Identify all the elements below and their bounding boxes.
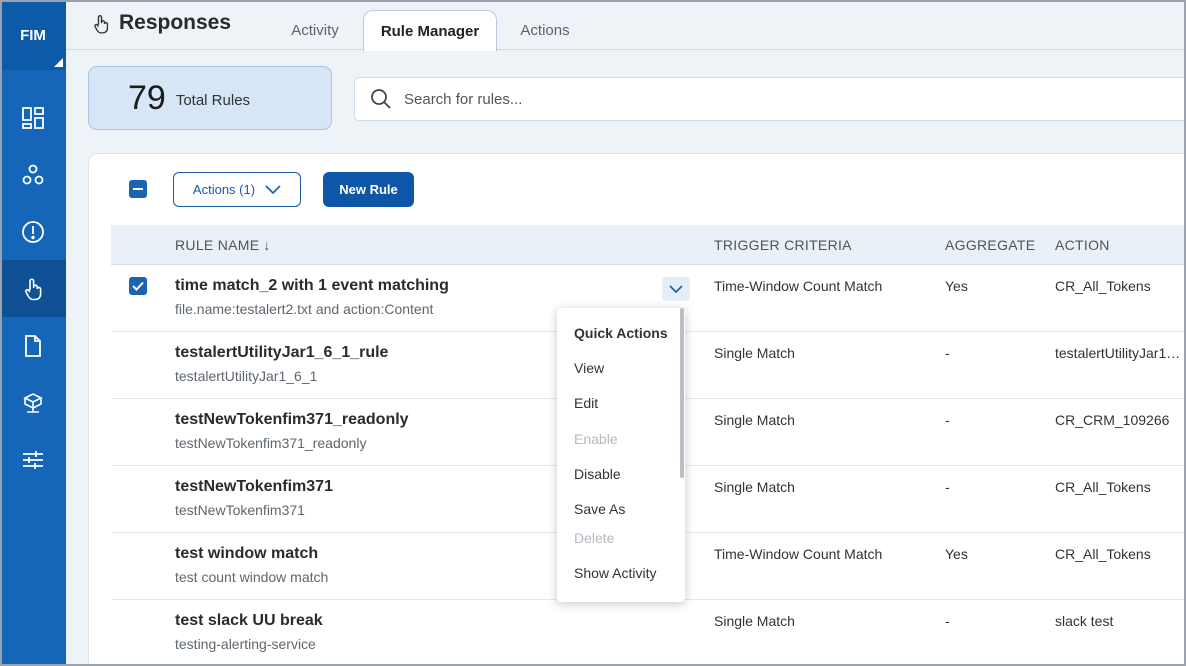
trigger-criteria: Single Match: [714, 345, 795, 361]
menu-item-disable[interactable]: Disable: [574, 466, 621, 482]
rule-description: test count window match: [175, 569, 329, 585]
document-icon: [25, 334, 41, 357]
quick-actions-menu: Quick Actions View Edit Enable Disable S…: [557, 308, 685, 602]
menu-item-delete: Delete: [574, 530, 615, 546]
action-value: CR_All_Tokens: [1055, 278, 1151, 294]
action-value: testalertUtilityJar1_6_1: [1055, 345, 1185, 361]
quick-actions-title: Quick Actions: [574, 325, 668, 341]
search-icon: [371, 89, 391, 109]
tab-activity[interactable]: Activity: [278, 10, 352, 51]
action-value: CR_All_Tokens: [1055, 479, 1151, 495]
aggregate-value: -: [945, 479, 950, 495]
trigger-criteria: Time-Window Count Match: [714, 546, 883, 562]
rule-name[interactable]: time match_2 with 1 event matching: [175, 277, 449, 295]
column-header-rule-name[interactable]: RULE NAME ↓: [175, 237, 271, 253]
sidebar-item-assets[interactable]: [0, 374, 66, 431]
tab-actions[interactable]: Actions: [508, 10, 582, 51]
trigger-criteria: Single Match: [714, 479, 795, 495]
rule-name[interactable]: testalertUtilityJar1_6_1_rule: [175, 344, 388, 362]
actions-dropdown-label: Actions (1): [192, 182, 256, 197]
column-header-trigger: TRIGGER CRITERIA: [714, 237, 852, 253]
rule-description: testing-alerting-service: [175, 636, 316, 652]
brand-label: FIM: [20, 26, 46, 44]
trigger-criteria: Single Match: [714, 412, 795, 428]
search-input[interactable]: [404, 90, 1104, 108]
sort-arrow-icon: ↓: [263, 237, 271, 253]
nodes-icon: [22, 164, 44, 184]
rule-name[interactable]: test window match: [175, 545, 318, 563]
aggregate-value: -: [945, 412, 950, 428]
total-rules-card: 79 Total Rules: [88, 66, 332, 130]
table-row[interactable]: test slack UU break testing-alerting-ser…: [111, 600, 1186, 666]
aggregate-value: Yes: [945, 546, 968, 562]
sidebar-item-responses[interactable]: [0, 260, 66, 317]
alert-icon: [22, 220, 44, 243]
search-bar: [354, 77, 1186, 121]
brand-corner-icon: [54, 58, 63, 67]
aggregate-value: -: [945, 613, 950, 629]
page-header: Responses Activity Rule Manager Actions: [66, 0, 1186, 51]
column-header-aggregate: AGGREGATE: [945, 237, 1036, 253]
table-header: RULE NAME ↓ TRIGGER CRITERIA AGGREGATE AC…: [111, 225, 1186, 265]
aggregate-value: -: [945, 345, 950, 361]
sidebar-item-settings[interactable]: [0, 431, 66, 488]
hand-pointer-icon: [94, 15, 109, 34]
new-rule-button[interactable]: New Rule: [323, 172, 414, 207]
menu-scrollbar[interactable]: [680, 308, 684, 478]
column-header-label: RULE NAME: [175, 237, 260, 253]
actions-dropdown-button[interactable]: Actions (1): [173, 172, 301, 207]
sidebar-item-documents[interactable]: [0, 317, 66, 374]
action-value: CR_CRM_109266: [1055, 412, 1170, 428]
menu-item-enable: Enable: [574, 431, 618, 447]
sliders-icon: [23, 450, 43, 469]
menu-item-edit[interactable]: Edit: [574, 395, 598, 411]
indeterminate-icon: [133, 188, 143, 190]
chevron-down-icon: [265, 184, 281, 194]
menu-item-save-as[interactable]: Save As: [574, 501, 625, 517]
rule-description: file.name:testalert2.txt and action:Cont…: [175, 301, 434, 317]
rule-name[interactable]: testNewTokenfim371: [175, 478, 333, 496]
page-title: Responses: [119, 11, 232, 34]
rule-name[interactable]: test slack UU break: [175, 612, 323, 630]
checkmark-icon: [132, 281, 144, 291]
sidebar-item-nodes[interactable]: [0, 146, 66, 203]
column-header-action: ACTION: [1055, 237, 1110, 253]
rule-name[interactable]: testNewTokenfim371_readonly: [175, 411, 409, 429]
row-checkbox[interactable]: [129, 277, 147, 295]
select-all-checkbox[interactable]: [129, 180, 147, 198]
menu-item-view[interactable]: View: [574, 360, 604, 376]
menu-item-show-activity[interactable]: Show Activity: [574, 565, 656, 581]
sidebar: FIM: [0, 0, 66, 666]
rule-description: testalertUtilityJar1_6_1: [175, 368, 318, 384]
trigger-criteria: Time-Window Count Match: [714, 278, 883, 294]
total-rules-label: Total Rules: [175, 91, 251, 109]
rule-description: testNewTokenfim371: [175, 502, 305, 518]
brand-logo[interactable]: FIM: [0, 0, 66, 70]
trigger-criteria: Single Match: [714, 613, 795, 629]
action-value: slack test: [1055, 613, 1114, 629]
hand-pointer-icon: [25, 277, 42, 300]
aggregate-value: Yes: [945, 278, 968, 294]
sidebar-item-alerts[interactable]: [0, 203, 66, 260]
row-expand-button[interactable]: [662, 277, 690, 301]
total-rules-count: 79: [128, 78, 166, 117]
sidebar-item-dashboard[interactable]: [0, 89, 66, 146]
rule-description: testNewTokenfim371_readonly: [175, 435, 367, 451]
chevron-down-icon: [669, 285, 683, 293]
tab-rule-manager[interactable]: Rule Manager: [363, 10, 497, 51]
cube-network-icon: [23, 392, 43, 413]
action-value: CR_All_Tokens: [1055, 546, 1151, 562]
dashboard-icon: [22, 106, 44, 129]
